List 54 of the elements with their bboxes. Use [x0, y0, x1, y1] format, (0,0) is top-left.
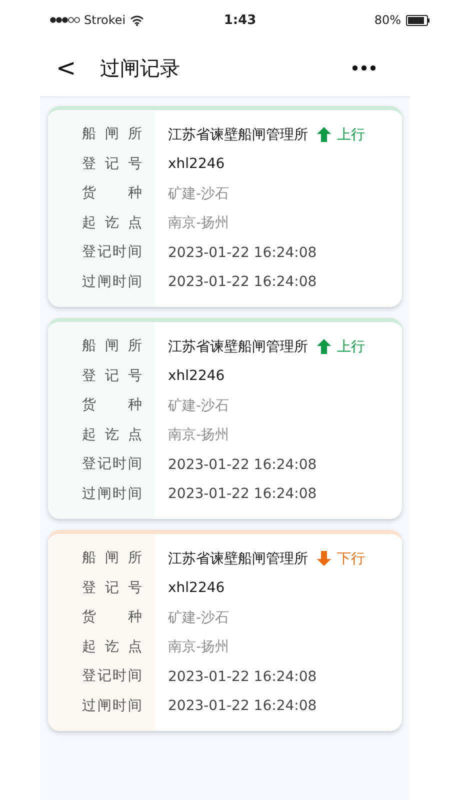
field-label: 起 讫 点	[82, 214, 142, 232]
field-label: 登记时间	[82, 667, 142, 686]
down-arrow-icon	[316, 550, 332, 568]
field-value: 矿建-沙石	[168, 184, 230, 203]
field-value: xhl2246	[168, 368, 225, 384]
field-label: 船 闸 所	[82, 337, 142, 356]
direction-label: 上行	[337, 126, 365, 144]
record-card[interactable]: 船 闸 所 登 记 号 货 种 起 讫 点 登记时间 过闸时间 江苏省谏壁船闸管理所 上行 xhl2246 矿建-沙石 南京-扬州 2023-01-22 16:24:08 2023-01-22 16:24:08	[48, 318, 402, 519]
field-label: 起 讫 点	[82, 638, 142, 656]
field-label: 过闸时间	[82, 696, 142, 716]
field-value: 江苏省谏壁船闸管理所	[168, 126, 308, 144]
field-label: 登记时间	[82, 455, 142, 474]
up-arrow-icon	[316, 338, 332, 356]
record-card[interactable]: 船 闸 所 登 记 号 货 种 起 讫 点 登记时间 过闸时间 江苏省谏壁船闸管理所 上行 xhl2246 矿建-沙石 南京-扬州 2023-01-22 16:24:08 2023-01-22 16:24:08	[48, 106, 402, 307]
field-label: 船 闸 所	[82, 125, 142, 144]
field-label: 登 记 号	[82, 578, 142, 598]
field-value: 2023-01-22 16:24:08	[168, 244, 317, 261]
field-value: 矿建-沙石	[168, 396, 230, 415]
field-value: 2023-01-22 16:24:08	[168, 668, 317, 685]
field-value: xhl2246	[168, 156, 225, 172]
field-label: 登 记 号	[82, 154, 142, 174]
field-value: xhl2246	[168, 580, 225, 596]
field-value: 江苏省谏壁船闸管理所	[168, 338, 308, 356]
direction-label: 下行	[337, 550, 365, 568]
signal-icon	[50, 17, 80, 23]
status-time: 1:43	[222, 12, 258, 28]
page-title: 过闸记录	[100, 54, 182, 82]
field-value: 2023-01-22 16:24:08	[168, 486, 317, 502]
field-value: 2023-01-22 16:24:08	[168, 274, 317, 290]
wifi-icon	[130, 14, 144, 26]
field-value: 南京-扬州	[168, 426, 230, 444]
direction-label: 上行	[337, 338, 365, 356]
field-label: 货 种	[82, 608, 142, 627]
field-value: 2023-01-22 16:24:08	[168, 698, 317, 714]
record-card[interactable]: 船 闸 所 登 记 号 货 种 起 讫 点 登记时间 过闸时间 江苏省谏壁船闸管理所 下行 xhl2246 矿建-沙石 南京-扬州 2023-01-22 16:24:08 2023-01-22 16:24:08	[48, 530, 402, 731]
battery-icon	[406, 14, 430, 26]
more-icon	[352, 65, 376, 71]
field-label: 起 讫 点	[82, 426, 142, 444]
field-value: 南京-扬州	[168, 638, 230, 656]
up-arrow-icon	[316, 126, 332, 144]
field-label: 登 记 号	[82, 366, 142, 386]
field-value: 矿建-沙石	[168, 608, 230, 627]
field-value: 2023-01-22 16:24:08	[168, 456, 317, 473]
field-label: 过闸时间	[82, 484, 142, 504]
carrier-name: Strokei	[84, 13, 126, 27]
back-button[interactable]: <	[56, 56, 76, 80]
field-label: 船 闸 所	[82, 549, 142, 568]
battery-percent: 80%	[374, 13, 402, 27]
field-value: 江苏省谏壁船闸管理所	[168, 550, 308, 568]
field-label: 货 种	[82, 184, 142, 203]
field-value: 南京-扬州	[168, 214, 230, 232]
field-label: 登记时间	[82, 243, 142, 262]
field-label: 过闸时间	[82, 272, 142, 292]
field-label: 货 种	[82, 396, 142, 415]
